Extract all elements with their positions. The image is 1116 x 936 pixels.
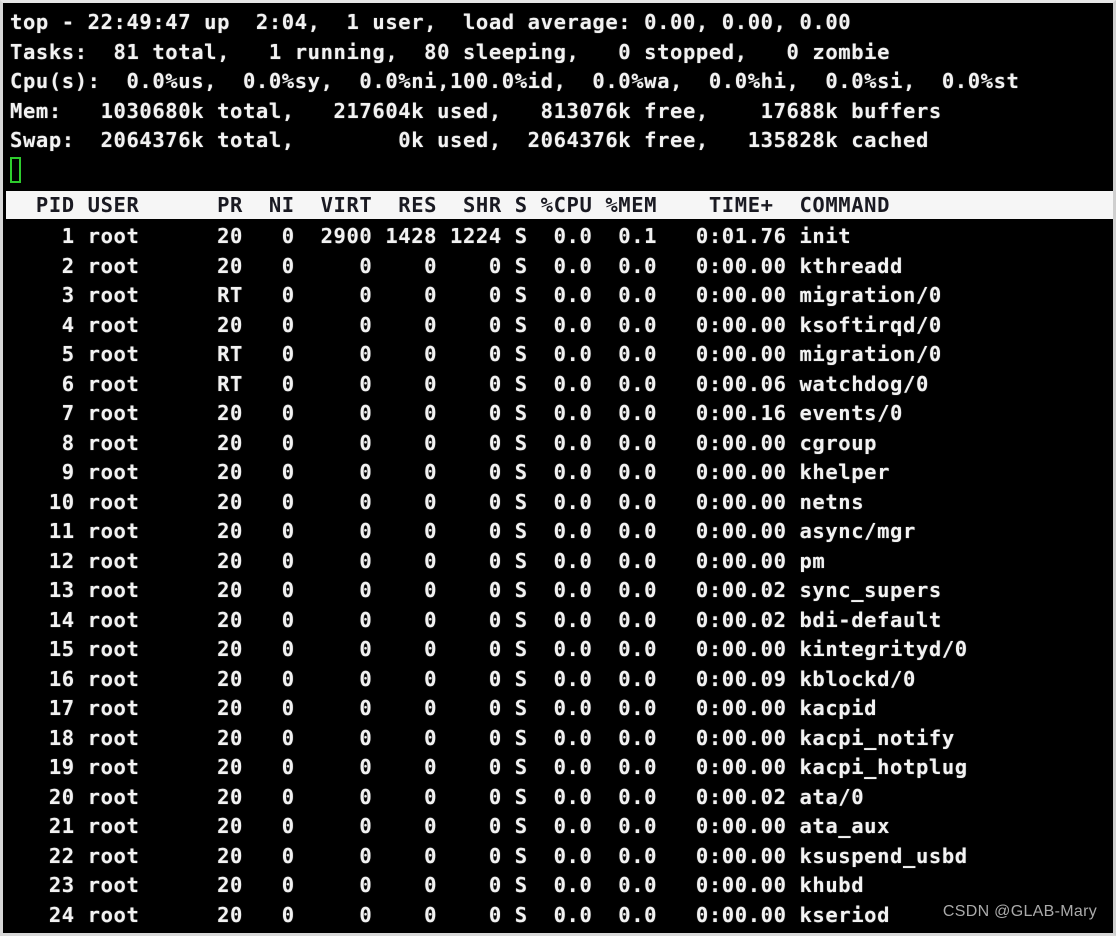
table-row[interactable]: 6 root RT 0 0 0 0 S 0.0 0.0 0:00.06 watc… [10,370,1110,400]
summary-tasks-line: Tasks: 81 total, 1 running, 80 sleeping,… [10,39,891,64]
table-row[interactable]: 19 root 20 0 0 0 0 S 0.0 0.0 0:00.00 kac… [10,753,1110,783]
process-table-header-labels: PID USER PR NI VIRT RES SHR S %CPU %MEM … [10,193,891,217]
top-summary-area: top - 22:49:47 up 2:04, 1 user, load ave… [10,8,1110,156]
table-row[interactable]: 2 root 20 0 0 0 0 S 0.0 0.0 0:00.00 kthr… [10,252,1110,282]
table-row[interactable]: 17 root 20 0 0 0 0 S 0.0 0.0 0:00.00 kac… [10,694,1110,724]
table-row[interactable]: 21 root 20 0 0 0 0 S 0.0 0.0 0:00.00 ata… [10,812,1110,842]
process-table-header[interactable]: PID USER PR NI VIRT RES SHR S %CPU %MEM … [6,191,1113,219]
csdn-watermark: CSDN @GLAB-Mary [942,903,1097,920]
table-row[interactable]: 18 root 20 0 0 0 0 S 0.0 0.0 0:00.00 kac… [10,724,1110,754]
table-row[interactable]: 8 root 20 0 0 0 0 S 0.0 0.0 0:00.00 cgro… [10,429,1110,459]
table-row[interactable]: 9 root 20 0 0 0 0 S 0.0 0.0 0:00.00 khel… [10,458,1110,488]
text-cursor-icon [10,157,21,183]
table-row[interactable]: 3 root RT 0 0 0 0 S 0.0 0.0 0:00.00 migr… [10,281,1110,311]
table-row[interactable]: 1 root 20 0 2900 1428 1224 S 0.0 0.1 0:0… [10,222,1110,252]
table-row[interactable]: 20 root 20 0 0 0 0 S 0.0 0.0 0:00.02 ata… [10,783,1110,813]
table-row[interactable]: 11 root 20 0 0 0 0 S 0.0 0.0 0:00.00 asy… [10,517,1110,547]
table-row[interactable]: 10 root 20 0 0 0 0 S 0.0 0.0 0:00.00 net… [10,488,1110,518]
process-table-body[interactable]: 1 root 20 0 2900 1428 1224 S 0.0 0.1 0:0… [10,222,1110,930]
table-row[interactable]: 16 root 20 0 0 0 0 S 0.0 0.0 0:00.09 kbl… [10,665,1110,695]
table-row[interactable]: 22 root 20 0 0 0 0 S 0.0 0.0 0:00.00 ksu… [10,842,1110,872]
table-row[interactable]: 15 root 20 0 0 0 0 S 0.0 0.0 0:00.00 kin… [10,635,1110,665]
summary-cpu-line: Cpu(s): 0.0%us, 0.0%sy, 0.0%ni,100.0%id,… [10,69,1020,93]
table-row[interactable]: 12 root 20 0 0 0 0 S 0.0 0.0 0:00.00 pm [10,547,1110,577]
table-row[interactable]: 14 root 20 0 0 0 0 S 0.0 0.0 0:00.02 bdi… [10,606,1110,636]
table-row[interactable]: 4 root 20 0 0 0 0 S 0.0 0.0 0:00.00 ksof… [10,311,1110,341]
summary-mem-line: Mem: 1030680k total, 217604k used, 81307… [10,98,942,123]
summary-uptime-line: top - 22:49:47 up 2:04, 1 user, load ave… [10,10,852,34]
terminal-window[interactable]: top - 22:49:47 up 2:04, 1 user, load ave… [0,0,1116,936]
table-row[interactable]: 7 root 20 0 0 0 0 S 0.0 0.0 0:00.16 even… [10,399,1110,429]
terminal-cursor-row [10,157,21,185]
table-row[interactable]: 5 root RT 0 0 0 0 S 0.0 0.0 0:00.00 migr… [10,340,1110,370]
table-row[interactable]: 23 root 20 0 0 0 0 S 0.0 0.0 0:00.00 khu… [10,871,1110,901]
summary-swap-line: Swap: 2064376k total, 0k used, 2064376k … [10,128,929,152]
table-row[interactable]: 13 root 20 0 0 0 0 S 0.0 0.0 0:00.02 syn… [10,576,1110,606]
